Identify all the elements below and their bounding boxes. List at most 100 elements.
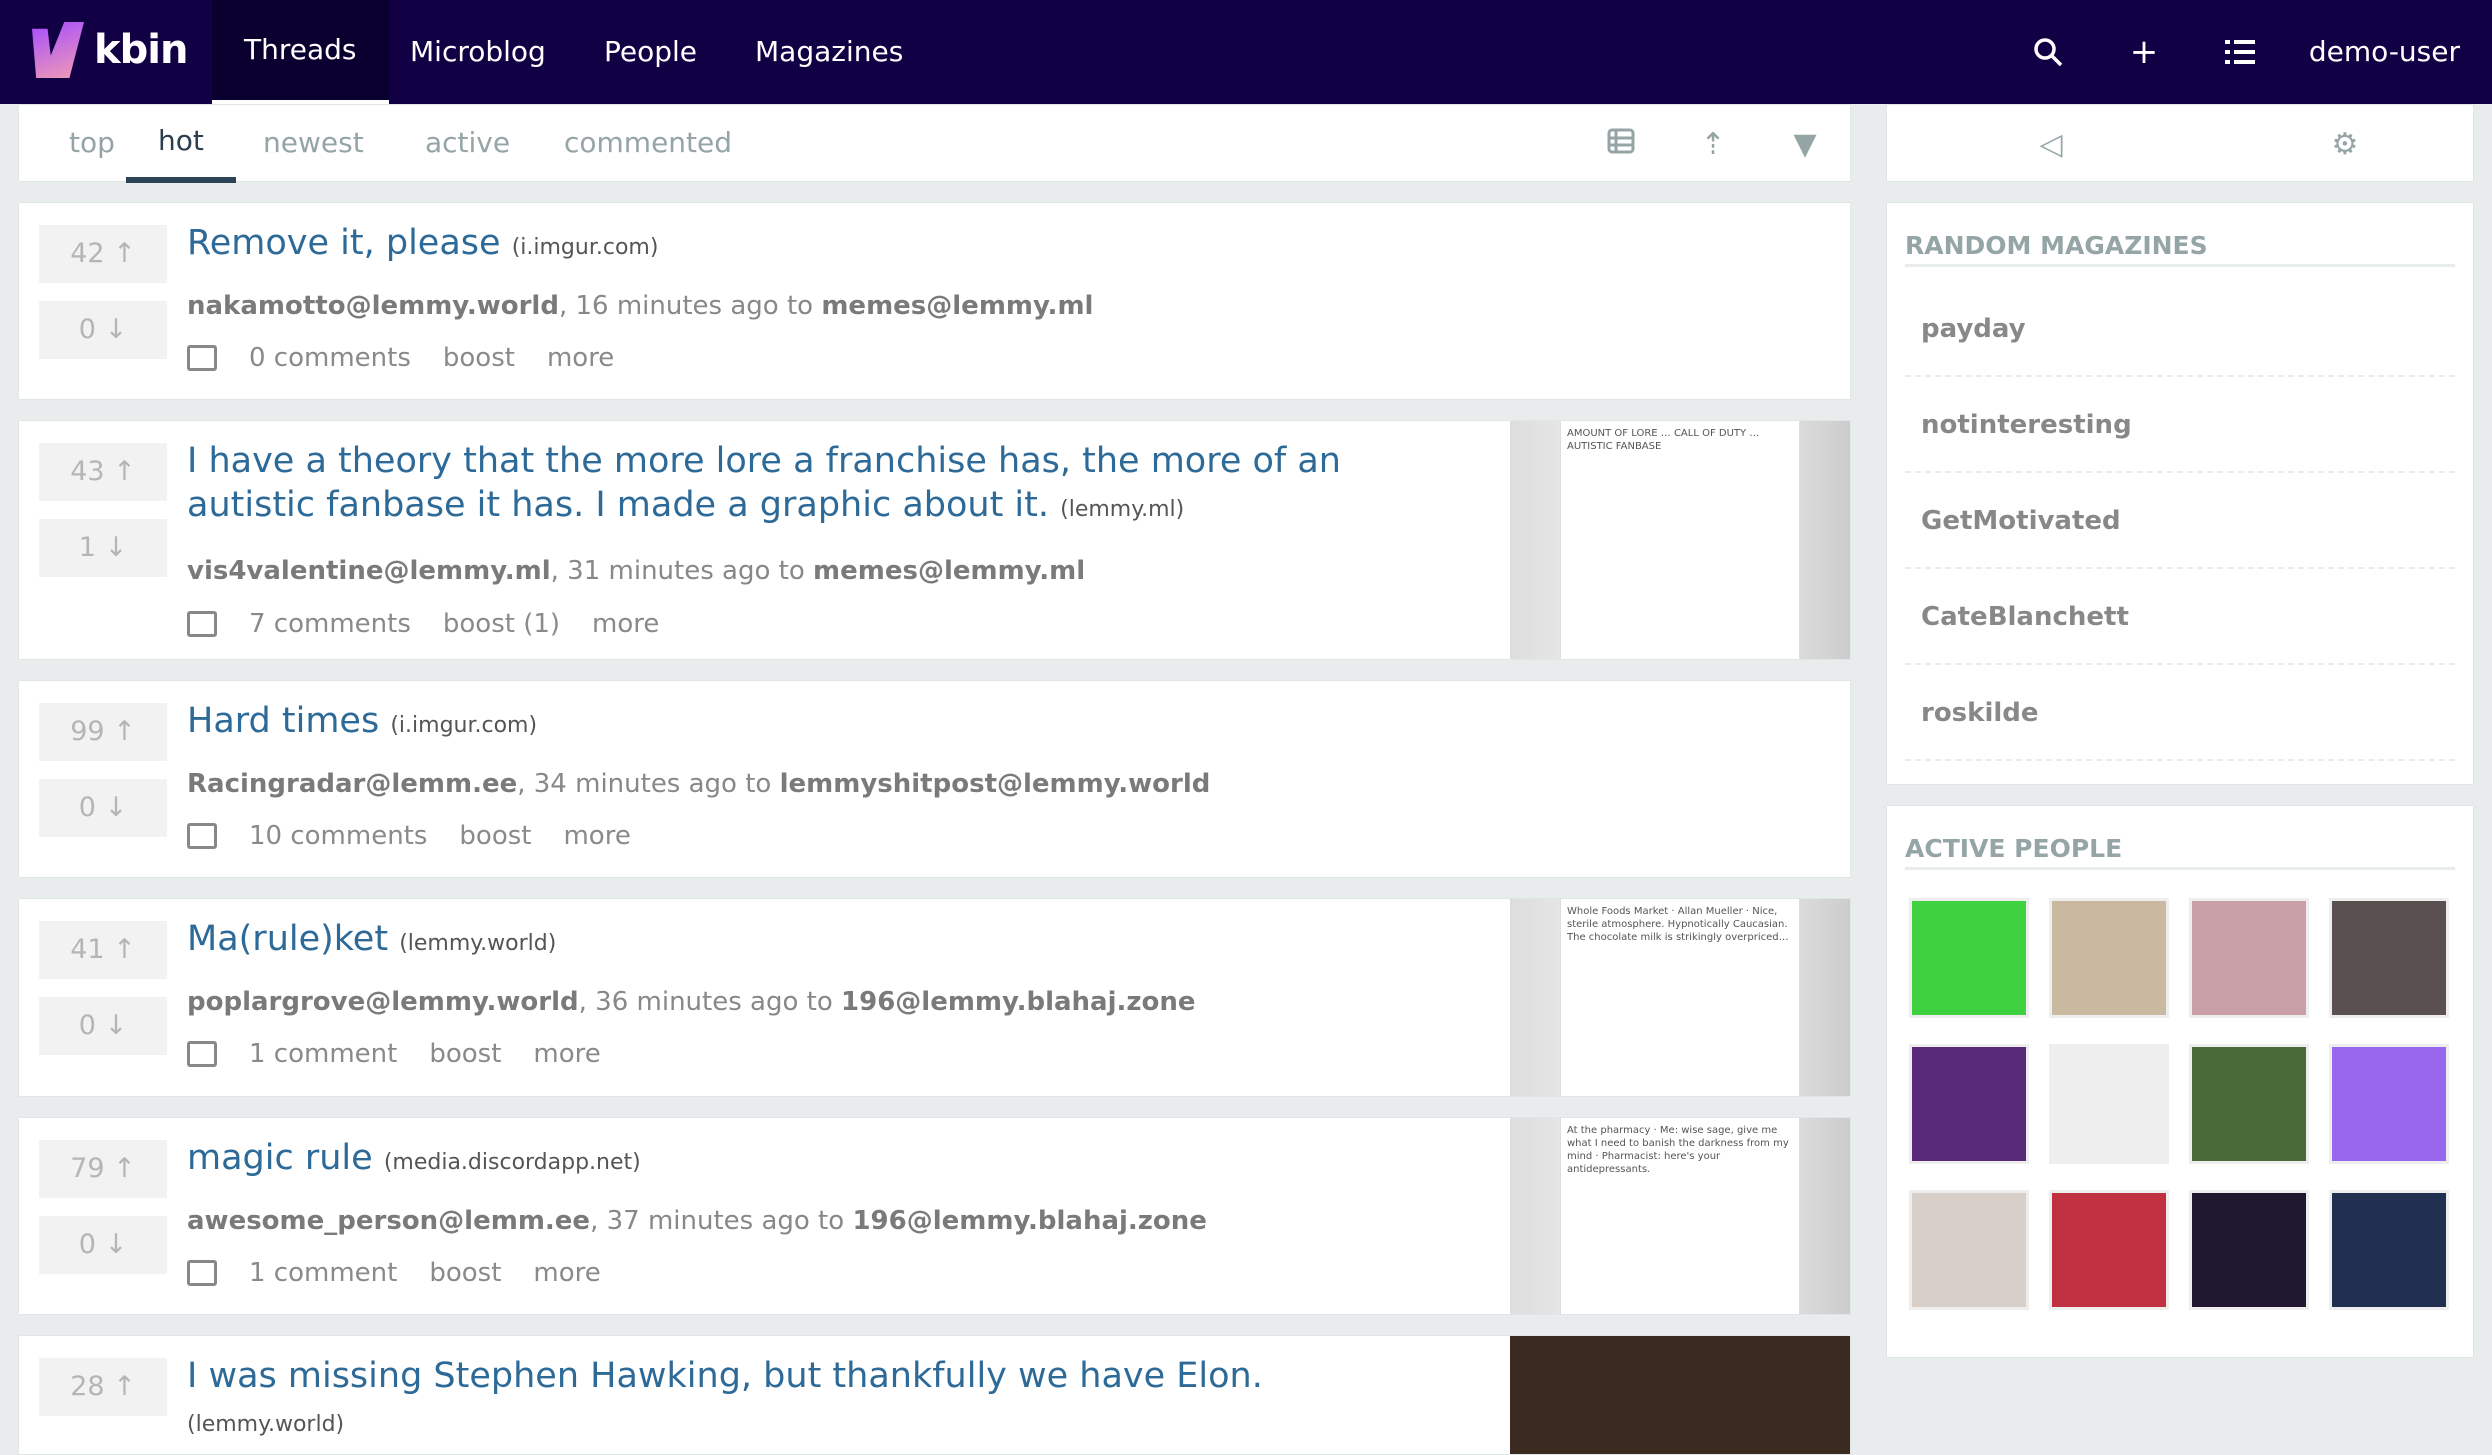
magazine-link[interactable]: CateBlanchett xyxy=(1905,569,2455,665)
magazine-link[interactable]: notinteresting xyxy=(1905,377,2455,473)
upvote-button[interactable]: 42 ↑ xyxy=(39,225,167,283)
downvote-button[interactable]: 0 ↓ xyxy=(39,1216,167,1274)
random-magazines-heading: RANDOM MAGAZINES xyxy=(1905,231,2455,267)
comments-link[interactable]: 7 comments xyxy=(249,609,411,639)
view-icon[interactable] xyxy=(1603,127,1639,163)
post-domain[interactable]: (i.imgur.com) xyxy=(390,713,537,738)
post-title-link[interactable]: I was missing Stephen Hawking, but thank… xyxy=(187,1356,1263,1396)
tab-top[interactable]: top xyxy=(61,105,123,183)
upvote-count: 42 xyxy=(70,238,105,269)
comments-link[interactable]: 0 comments xyxy=(249,343,411,373)
post-magazine[interactable]: memes@lemmy.ml xyxy=(821,291,1093,321)
avatar[interactable] xyxy=(2189,1044,2309,1164)
avatar[interactable] xyxy=(1909,1044,2029,1164)
post-domain[interactable]: (i.imgur.com) xyxy=(512,235,659,260)
comments-link[interactable]: 10 comments xyxy=(249,821,427,851)
list-icon[interactable] xyxy=(2218,30,2262,74)
post-card: 43 ↑ 1 ↓ I have a theory that the more lor… xyxy=(18,420,1851,660)
downvote-button[interactable]: 0 ↓ xyxy=(39,301,167,359)
search-icon[interactable] xyxy=(2026,30,2070,74)
gear-icon[interactable]: ⚙ xyxy=(2327,127,2363,163)
post-title-link[interactable]: magic rule xyxy=(187,1138,373,1178)
post-magazine[interactable]: memes@lemmy.ml xyxy=(813,556,1085,586)
plus-icon[interactable]: + xyxy=(2122,30,2166,74)
thumbnail-image-text: At the pharmacy · Me: wise sage, give me… xyxy=(1560,1118,1800,1314)
sort-icon[interactable]: ⇡ xyxy=(1695,127,1731,163)
nav-threads[interactable]: Threads xyxy=(212,0,389,104)
post-magazine[interactable]: lemmyshitpost@lemmy.world xyxy=(780,769,1211,799)
thumbnail-image-text: Whole Foods Market · Allan Mueller · Nic… xyxy=(1560,899,1800,1096)
boost-button[interactable]: boost xyxy=(459,821,531,851)
image-icon[interactable] xyxy=(187,1041,217,1067)
post-title: Hard times (i.imgur.com) xyxy=(187,699,1410,748)
upvote-button[interactable]: 28 ↑ xyxy=(39,1358,167,1416)
more-button[interactable]: more xyxy=(592,609,659,639)
more-button[interactable]: more xyxy=(533,1258,600,1288)
image-icon[interactable] xyxy=(187,611,217,637)
avatar[interactable] xyxy=(2049,1044,2169,1164)
boost-button[interactable]: boost xyxy=(443,343,515,373)
boost-button[interactable]: boost xyxy=(429,1258,501,1288)
avatar[interactable] xyxy=(2329,1044,2449,1164)
more-button[interactable]: more xyxy=(533,1039,600,1069)
post-title-link[interactable]: Ma(rule)ket xyxy=(187,919,388,959)
avatar[interactable] xyxy=(2189,898,2309,1018)
avatar[interactable] xyxy=(2329,898,2449,1018)
avatar[interactable] xyxy=(1909,1190,2029,1310)
nav-microblog[interactable]: Microblog xyxy=(378,0,578,104)
upvote-button[interactable]: 43 ↑ xyxy=(39,443,167,501)
tab-hot[interactable]: hot xyxy=(126,105,236,183)
image-icon[interactable] xyxy=(187,1260,217,1286)
post-magazine[interactable]: 196@lemmy.blahaj.zone xyxy=(852,1206,1207,1236)
magazine-link[interactable]: GetMotivated xyxy=(1905,473,2455,569)
post-thumbnail[interactable] xyxy=(1510,1336,1850,1454)
federation-icon[interactable]: ◁ xyxy=(2033,127,2069,163)
user-menu[interactable]: demo-user xyxy=(2309,0,2460,104)
post-thumbnail[interactable]: Whole Foods Market · Allan Mueller · Nic… xyxy=(1510,899,1850,1096)
post-meta: nakamotto@lemmy.world, 16 minutes ago to… xyxy=(187,291,1093,321)
post-domain[interactable]: (lemmy.world) xyxy=(399,931,556,956)
magazine-link[interactable]: payday xyxy=(1905,281,2455,377)
comments-link[interactable]: 1 comment xyxy=(249,1039,397,1069)
tab-active[interactable]: active xyxy=(417,105,518,183)
post-title-link[interactable]: Hard times xyxy=(187,701,379,741)
nav-people[interactable]: People xyxy=(572,0,729,104)
post-domain[interactable]: (media.discordapp.net) xyxy=(384,1150,641,1175)
downvote-button[interactable]: 1 ↓ xyxy=(39,519,167,577)
more-button[interactable]: more xyxy=(547,343,614,373)
post-thumbnail[interactable]: AMOUNT OF LORE … CALL OF DUTY … AUTISTIC… xyxy=(1510,421,1850,659)
post-author[interactable]: Racingradar@lemm.ee xyxy=(187,769,517,799)
filter-icon[interactable]: ▼ xyxy=(1787,127,1823,163)
post-author[interactable]: nakamotto@lemmy.world xyxy=(187,291,559,321)
upvote-button[interactable]: 99 ↑ xyxy=(39,703,167,761)
post-author[interactable]: vis4valentine@lemmy.ml xyxy=(187,556,551,586)
post-author[interactable]: awesome_person@lemm.ee xyxy=(187,1206,590,1236)
downvote-button[interactable]: 0 ↓ xyxy=(39,779,167,837)
downvote-count: 0 xyxy=(78,314,96,345)
magazine-link[interactable]: roskilde xyxy=(1905,665,2455,761)
comments-link[interactable]: 1 comment xyxy=(249,1258,397,1288)
post-author[interactable]: poplargrove@lemmy.world xyxy=(187,987,579,1017)
post-domain[interactable]: (lemmy.world) xyxy=(187,1412,344,1437)
avatar[interactable] xyxy=(2049,898,2169,1018)
post-magazine[interactable]: 196@lemmy.blahaj.zone xyxy=(841,987,1196,1017)
post-title-link[interactable]: Remove it, please xyxy=(187,223,501,263)
avatar[interactable] xyxy=(1909,898,2029,1018)
downvote-button[interactable]: 0 ↓ xyxy=(39,997,167,1055)
boost-button[interactable]: boost (1) xyxy=(443,609,560,639)
boost-button[interactable]: boost xyxy=(429,1039,501,1069)
avatar[interactable] xyxy=(2049,1190,2169,1310)
upvote-button[interactable]: 79 ↑ xyxy=(39,1140,167,1198)
kbin-logo[interactable]: kbin xyxy=(32,22,188,78)
tab-commented[interactable]: commented xyxy=(556,105,740,183)
nav-magazines[interactable]: Magazines xyxy=(723,0,935,104)
post-thumbnail[interactable]: At the pharmacy · Me: wise sage, give me… xyxy=(1510,1118,1850,1314)
post-domain[interactable]: (lemmy.ml) xyxy=(1060,497,1184,522)
upvote-button[interactable]: 41 ↑ xyxy=(39,921,167,979)
more-button[interactable]: more xyxy=(563,821,630,851)
image-icon[interactable] xyxy=(187,345,217,371)
image-icon[interactable] xyxy=(187,823,217,849)
tab-newest[interactable]: newest xyxy=(255,105,372,183)
avatar[interactable] xyxy=(2329,1190,2449,1310)
avatar[interactable] xyxy=(2189,1190,2309,1310)
